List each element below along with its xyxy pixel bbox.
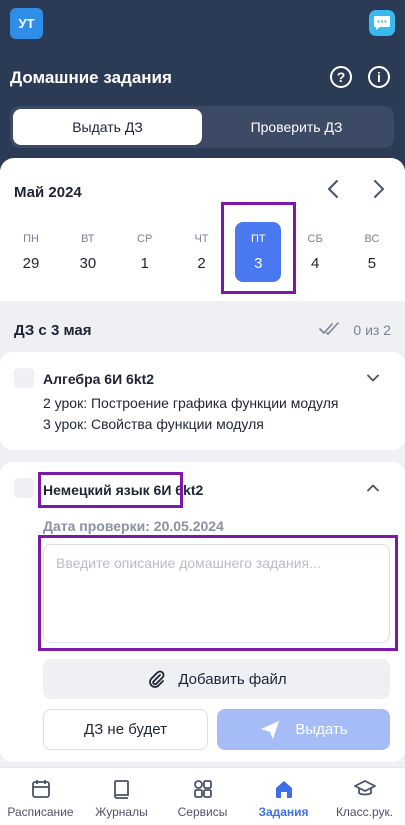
day-of-week: СР <box>137 232 153 245</box>
day-number: 5 <box>367 254 377 272</box>
homework-card-algebra[interactable]: Алгебра 6И 6kt2 2 урок: Построение графи… <box>0 352 405 450</box>
homework-header: ДЗ с 3 мая 0 из 2 <box>0 302 405 352</box>
chat-icon <box>374 16 390 30</box>
lesson-line: 2 урок: Построение графика функции модул… <box>43 395 339 411</box>
assign-label: Выдать <box>295 721 348 738</box>
home-icon <box>275 781 292 798</box>
due-date-label: Дата проверки: 20.05.2024 <box>43 518 224 534</box>
month-label: Май 2024 <box>14 184 82 201</box>
bottom-tab-bar: Расписание Журналы Сервисы Задания Класс… <box>0 767 405 825</box>
day-number: 4 <box>310 254 320 272</box>
calendar-icon <box>31 780 50 798</box>
prev-week-button[interactable] <box>326 178 340 204</box>
next-week-button[interactable] <box>372 178 386 204</box>
homework-checkbox[interactable] <box>14 368 34 388</box>
day-number: 3 <box>254 254 263 272</box>
tab-label: Класс.рук. <box>335 805 394 819</box>
tab-services[interactable]: Сервисы <box>162 768 243 825</box>
paperclip-icon <box>149 670 165 688</box>
help-icon[interactable]: ? <box>330 66 352 88</box>
lesson-line: 3 урок: Свойства функции модуля <box>43 416 264 432</box>
no-homework-button[interactable]: ДЗ не будет <box>43 709 208 750</box>
subject-name: Немецкий язык 6И 6kt2 <box>43 482 204 498</box>
tab-label: Журналы <box>95 805 148 819</box>
chevron-up-icon[interactable] <box>367 482 379 494</box>
week-calendar: Май 2024 ПН 29 ВТ 30 СР 1 ЧТ 2 ПТ 3 СБ 4 ВС 5 <box>0 158 405 301</box>
segment-check[interactable]: Проверить ДЗ <box>202 109 391 145</box>
graduation-cap-icon <box>353 780 376 796</box>
day-thu[interactable]: ЧТ 2 <box>178 222 224 282</box>
tab-label: Сервисы <box>177 805 228 819</box>
tab-journals[interactable]: Журналы <box>81 768 162 825</box>
chevron-right-icon <box>374 180 384 198</box>
add-file-button[interactable]: Добавить файл <box>43 659 390 699</box>
homework-count: 0 из 2 <box>353 322 391 338</box>
add-file-label: Добавить файл <box>178 670 287 688</box>
day-list: ПН 29 ВТ 30 СР 1 ЧТ 2 ПТ 3 СБ 4 ВС 5 <box>8 222 395 282</box>
day-sun[interactable]: ВС 5 <box>349 222 395 282</box>
day-of-week: ПН <box>23 232 39 245</box>
day-of-week: ПТ <box>250 232 266 245</box>
day-fri-selected[interactable]: ПТ 3 <box>235 222 282 282</box>
send-icon <box>261 720 280 739</box>
day-wed[interactable]: СР 1 <box>122 222 168 282</box>
tab-label: Задания <box>258 805 309 819</box>
day-number: 29 <box>22 254 40 272</box>
grid-icon <box>193 780 212 798</box>
avatar[interactable]: УТ <box>10 8 43 39</box>
subject-name: Алгебра 6И 6kt2 <box>43 371 155 387</box>
page-title: Домашние задания <box>10 68 172 87</box>
day-sat[interactable]: СБ 4 <box>292 222 338 282</box>
segment-assign[interactable]: Выдать ДЗ <box>13 109 202 145</box>
chevron-left-icon <box>328 180 338 198</box>
day-mon[interactable]: ПН 29 <box>8 222 54 282</box>
tab-schedule[interactable]: Расписание <box>0 768 81 825</box>
book-icon <box>113 780 129 799</box>
day-of-week: ВС <box>364 232 380 245</box>
double-check-icon <box>319 322 341 339</box>
homework-description-input[interactable] <box>43 544 390 643</box>
homework-checkbox[interactable] <box>14 478 34 498</box>
day-tue[interactable]: ВТ 30 <box>65 222 111 282</box>
homework-card-german: Немецкий язык 6И 6kt2 Дата проверки: 20.… <box>0 462 405 762</box>
day-number: 1 <box>140 254 149 272</box>
day-number: 30 <box>79 254 97 272</box>
tab-label: Расписание <box>7 805 74 819</box>
tab-assignments[interactable]: Задания <box>243 768 324 825</box>
day-of-week: ЧТ <box>194 232 209 245</box>
mode-switcher: Выдать ДЗ Проверить ДЗ <box>10 106 394 148</box>
app-header: УТ Домашние задания ? i Выдать ДЗ Провер… <box>0 0 405 170</box>
day-of-week: СБ <box>307 232 323 245</box>
info-icon[interactable]: i <box>368 66 390 88</box>
day-number: 2 <box>197 254 206 272</box>
chat-button[interactable] <box>369 10 395 36</box>
day-of-week: ВТ <box>81 232 95 245</box>
chevron-down-icon[interactable] <box>367 372 379 384</box>
assign-button[interactable]: Выдать <box>217 709 390 750</box>
homework-title: ДЗ с 3 мая <box>14 322 92 339</box>
tab-class-teacher[interactable]: Класс.рук. <box>324 768 405 825</box>
